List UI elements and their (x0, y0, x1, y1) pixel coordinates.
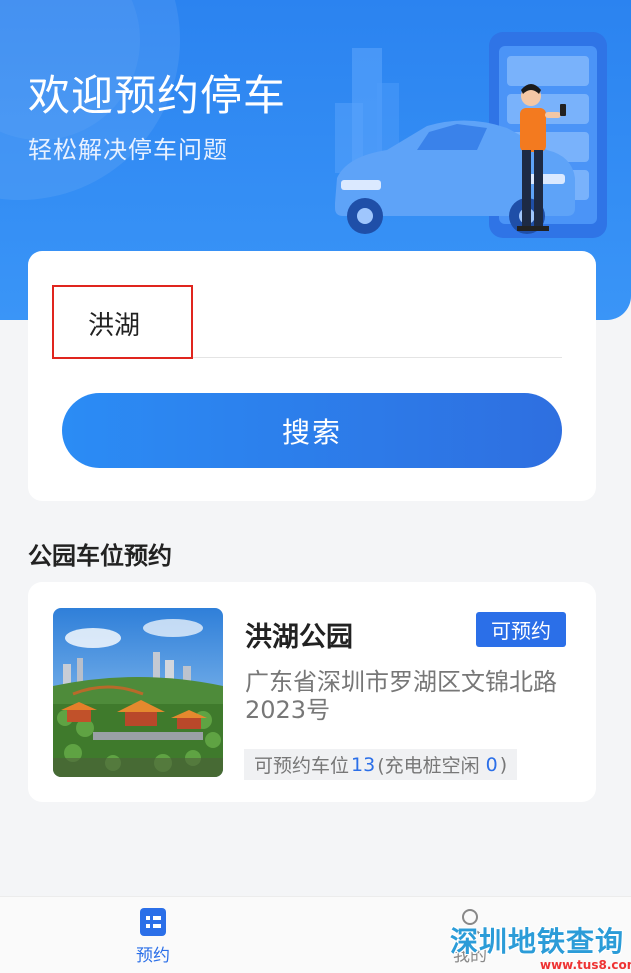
charging-label: (充电桩空闲 (377, 755, 480, 777)
booking-icon (140, 908, 166, 936)
charging-count: 0 (485, 753, 498, 776)
watermark-text: 深圳地铁查询 (450, 925, 625, 958)
charging-close: ) (499, 753, 508, 776)
hero-title: 欢迎预约停车 (28, 71, 287, 120)
available-count: 13 (351, 753, 376, 776)
tab-booking-label: 预约 (136, 946, 170, 966)
search-button[interactable]: 搜索 (62, 393, 562, 468)
search-input-value: 洪湖 (88, 311, 141, 341)
status-badge: 可预约 (476, 612, 566, 647)
park-name: 洪湖公园 (245, 622, 353, 653)
section-title: 公园车位预约 (28, 542, 172, 570)
hero-subtitle: 轻松解决停车问题 (28, 136, 228, 164)
search-card: 洪湖 搜索 (28, 251, 596, 501)
park-card[interactable]: 洪湖公园 可预约 广东省深圳市罗湖区文锦北路2023号 可预约车位 13 (充电… (28, 582, 596, 802)
availability-info: 可预约车位 13 (充电桩空闲 0 ) (244, 749, 518, 780)
park-address: 广东省深圳市罗湖区文锦北路2023号 (245, 668, 557, 724)
tab-booking[interactable]: 预约 (103, 907, 203, 966)
search-input[interactable]: 洪湖 (52, 283, 562, 359)
park-lotus-pavilion-photo (53, 608, 223, 777)
car-phone-person-illustration (335, 32, 607, 238)
watermark: 深圳地铁查询 www.tus8.com (446, 918, 631, 973)
available-label: 可预约车位 (254, 755, 350, 777)
watermark-url: www.tus8.com (540, 958, 631, 972)
